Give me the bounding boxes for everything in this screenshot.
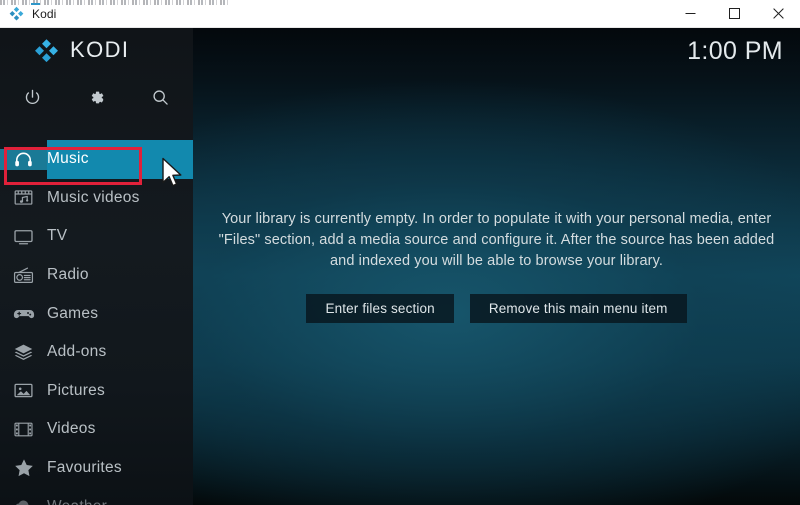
quick-action-bar — [0, 73, 193, 121]
power-button[interactable] — [0, 73, 64, 121]
radio-icon — [0, 265, 47, 286]
sidebar-item-label: Add-ons — [47, 343, 106, 361]
sidebar-item-pictures[interactable]: Pictures — [0, 372, 193, 411]
window-title: Kodi — [32, 7, 56, 21]
sidebar-item-favourites[interactable]: Favourites — [0, 449, 193, 488]
maximize-button[interactable] — [712, 0, 756, 27]
empty-library-message: Your library is currently empty. In orde… — [217, 209, 777, 272]
sidebar-item-radio[interactable]: Radio — [0, 256, 193, 295]
music-video-icon — [0, 187, 47, 208]
sidebar-item-label: Games — [47, 305, 98, 323]
sidebar-item-weather[interactable]: Weather — [0, 487, 193, 505]
sidebar-item-label: Music — [47, 150, 89, 168]
tv-icon — [0, 226, 47, 247]
sidebar-item-label: Music videos — [47, 189, 140, 207]
sidebar-item-games[interactable]: Games — [0, 294, 193, 333]
main-menu: Music — [0, 140, 193, 505]
sidebar-item-label: Radio — [47, 266, 89, 284]
window-controls — [668, 0, 800, 27]
sidebar: KODI — [0, 27, 193, 505]
gear-icon — [87, 88, 106, 107]
remove-main-menu-item-button[interactable]: Remove this main menu item — [470, 294, 687, 323]
weather-icon — [0, 496, 47, 505]
main-content: Your library is currently empty. In orde… — [193, 27, 800, 505]
sidebar-item-music[interactable]: Music — [0, 140, 193, 179]
enter-files-section-button[interactable]: Enter files section — [306, 294, 453, 323]
brand-title: KODI — [70, 37, 129, 63]
kodi-window: Kodi 1:00 PM Your library is currently e… — [0, 0, 800, 505]
screen-artifact-dash — [31, 3, 40, 5]
search-button[interactable] — [129, 73, 193, 121]
videos-icon — [0, 419, 47, 440]
search-icon — [151, 88, 170, 107]
kodi-stage: 1:00 PM Your library is currently empty.… — [0, 27, 800, 505]
brand: KODI — [0, 27, 193, 73]
sidebar-item-videos[interactable]: Videos — [0, 410, 193, 449]
pictures-icon — [0, 380, 47, 401]
power-icon — [23, 88, 42, 107]
sidebar-item-label: Videos — [47, 420, 96, 438]
sidebar-item-add-ons[interactable]: Add-ons — [0, 333, 193, 372]
sidebar-item-label: Weather — [47, 498, 107, 505]
clock: 1:00 PM — [687, 37, 783, 66]
close-button[interactable] — [756, 0, 800, 27]
gamepad-icon — [0, 303, 47, 325]
minimize-button[interactable] — [668, 0, 712, 27]
star-icon — [0, 457, 47, 479]
addons-icon — [0, 342, 47, 363]
empty-library-actions: Enter files section Remove this main men… — [306, 294, 686, 323]
sidebar-item-tv[interactable]: TV — [0, 217, 193, 256]
sidebar-item-label: Pictures — [47, 382, 105, 400]
sidebar-item-music-videos[interactable]: Music videos — [0, 179, 193, 218]
kodi-logo-icon — [34, 38, 59, 63]
sidebar-item-label: TV — [47, 227, 67, 245]
sidebar-item-label: Favourites — [47, 459, 122, 477]
kodi-logo-icon — [9, 6, 24, 21]
headphones-icon — [0, 149, 47, 170]
settings-button[interactable] — [64, 73, 128, 121]
